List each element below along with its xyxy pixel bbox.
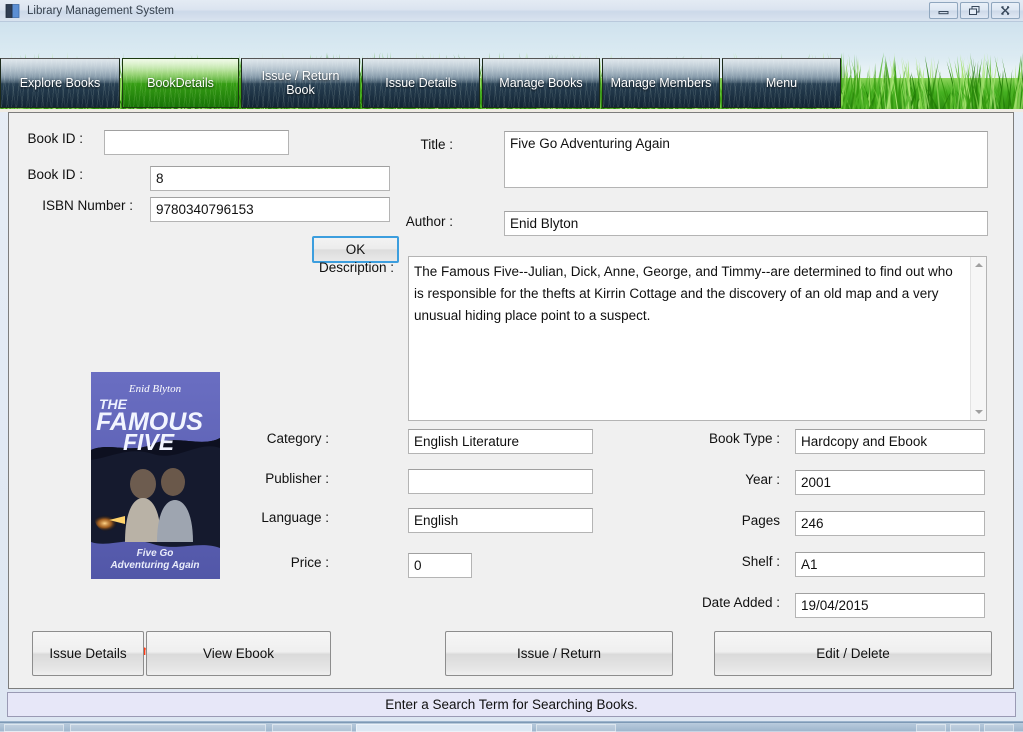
language-label: Language : (261, 510, 329, 525)
category-label: Category : (266, 431, 329, 446)
tab-label: Manage Members (610, 75, 712, 90)
view-ebook-button[interactable]: View Ebook (146, 631, 331, 676)
date-added-input[interactable]: 19/04/2015 (795, 593, 985, 618)
pages-label: Pages (741, 513, 780, 528)
description-label: Description : (318, 260, 394, 275)
book-icon (5, 3, 21, 19)
shelf-label: Shelf : (741, 554, 780, 569)
window-controls (929, 2, 1020, 19)
price-input[interactable]: 0 (408, 553, 472, 578)
book-cover-image: Enid Blyton THE FAMOUS FIVE Five Go Adve… (91, 372, 220, 579)
svg-text:FIVE: FIVE (123, 429, 175, 455)
tab-menu[interactable]: Menu (722, 58, 841, 108)
book-details-panel: Book ID : OK Book ID : 8 ISBN Number : 9… (8, 112, 1014, 689)
tab-label: Menu (765, 75, 798, 90)
tab-bookdetails[interactable]: BookDetails (122, 58, 239, 108)
tab-explore-books[interactable]: Explore Books (0, 58, 120, 108)
restore-icon[interactable] (960, 2, 989, 19)
svg-text:Enid Blyton: Enid Blyton (128, 383, 182, 395)
scroll-down-icon[interactable] (971, 404, 986, 420)
date-added-label: Date Added : (701, 595, 780, 610)
description-scrollbar[interactable] (970, 257, 986, 420)
tab-issue-return-book[interactable]: Issue / Return Book (241, 58, 360, 108)
search-book-id-label: Book ID : (27, 131, 83, 146)
tab-label: Issue / Return Book (261, 68, 340, 97)
minimize-icon[interactable] (929, 2, 958, 19)
author-input[interactable]: Enid Blyton (504, 211, 988, 236)
close-icon[interactable] (991, 2, 1020, 19)
publisher-label: Publisher : (265, 471, 329, 486)
isbn-label: ISBN Number : (42, 198, 133, 213)
publisher-input[interactable] (408, 469, 593, 494)
tab-issue-details[interactable]: Issue Details (362, 58, 480, 108)
tab-label: Explore Books (19, 75, 101, 90)
tab-label: Manage Books (499, 75, 583, 90)
scroll-up-icon[interactable] (971, 257, 986, 273)
status-bar: Enter a Search Term for Searching Books. (7, 692, 1016, 717)
language-input[interactable]: English (408, 508, 593, 533)
category-input[interactable]: English Literature (408, 429, 593, 454)
edit-delete-button[interactable]: Edit / Delete (714, 631, 992, 676)
isbn-input[interactable]: 9780340796153 (150, 197, 390, 222)
issue-details-button[interactable]: Issue Details (32, 631, 144, 676)
tab-label: BookDetails (147, 75, 214, 90)
price-label: Price : (290, 555, 329, 570)
description-textarea[interactable]: The Famous Five--Julian, Dick, Anne, Geo… (408, 256, 987, 421)
ok-button[interactable]: OK (312, 236, 399, 263)
tab-label: Issue Details (385, 75, 457, 90)
description-text: The Famous Five--Julian, Dick, Anne, Geo… (414, 264, 953, 323)
search-book-id-input[interactable] (104, 130, 289, 155)
shelf-input[interactable]: A1 (795, 552, 985, 577)
title-input[interactable]: Five Go Adventuring Again (504, 131, 988, 188)
year-label: Year : (745, 472, 780, 487)
svg-text:Adventuring Again: Adventuring Again (109, 560, 199, 571)
os-taskbar (0, 722, 1023, 732)
book-type-label: Book Type : (708, 431, 780, 446)
issue-return-button[interactable]: Issue / Return (445, 631, 673, 676)
title-label: Title : (420, 137, 453, 152)
book-type-input[interactable]: Hardcopy and Ebook (795, 429, 985, 454)
svg-text:Five Go: Five Go (137, 548, 174, 559)
tab-manage-books[interactable]: Manage Books (482, 58, 600, 108)
application-window: Library Management System Explore Books … (0, 0, 1023, 722)
navigation-tabs: Explore Books BookDetails Issue / Return Bo… (0, 58, 1023, 108)
tab-manage-members[interactable]: Manage Members (602, 58, 720, 108)
author-label: Author : (405, 214, 453, 229)
book-id-input[interactable]: 8 (150, 166, 390, 191)
title-bar: Library Management System (0, 0, 1023, 22)
pages-input[interactable]: 246 (795, 511, 985, 536)
window-title: Library Management System (27, 4, 175, 17)
year-input[interactable]: 2001 (795, 470, 985, 495)
book-id-label: Book ID : (27, 167, 83, 182)
